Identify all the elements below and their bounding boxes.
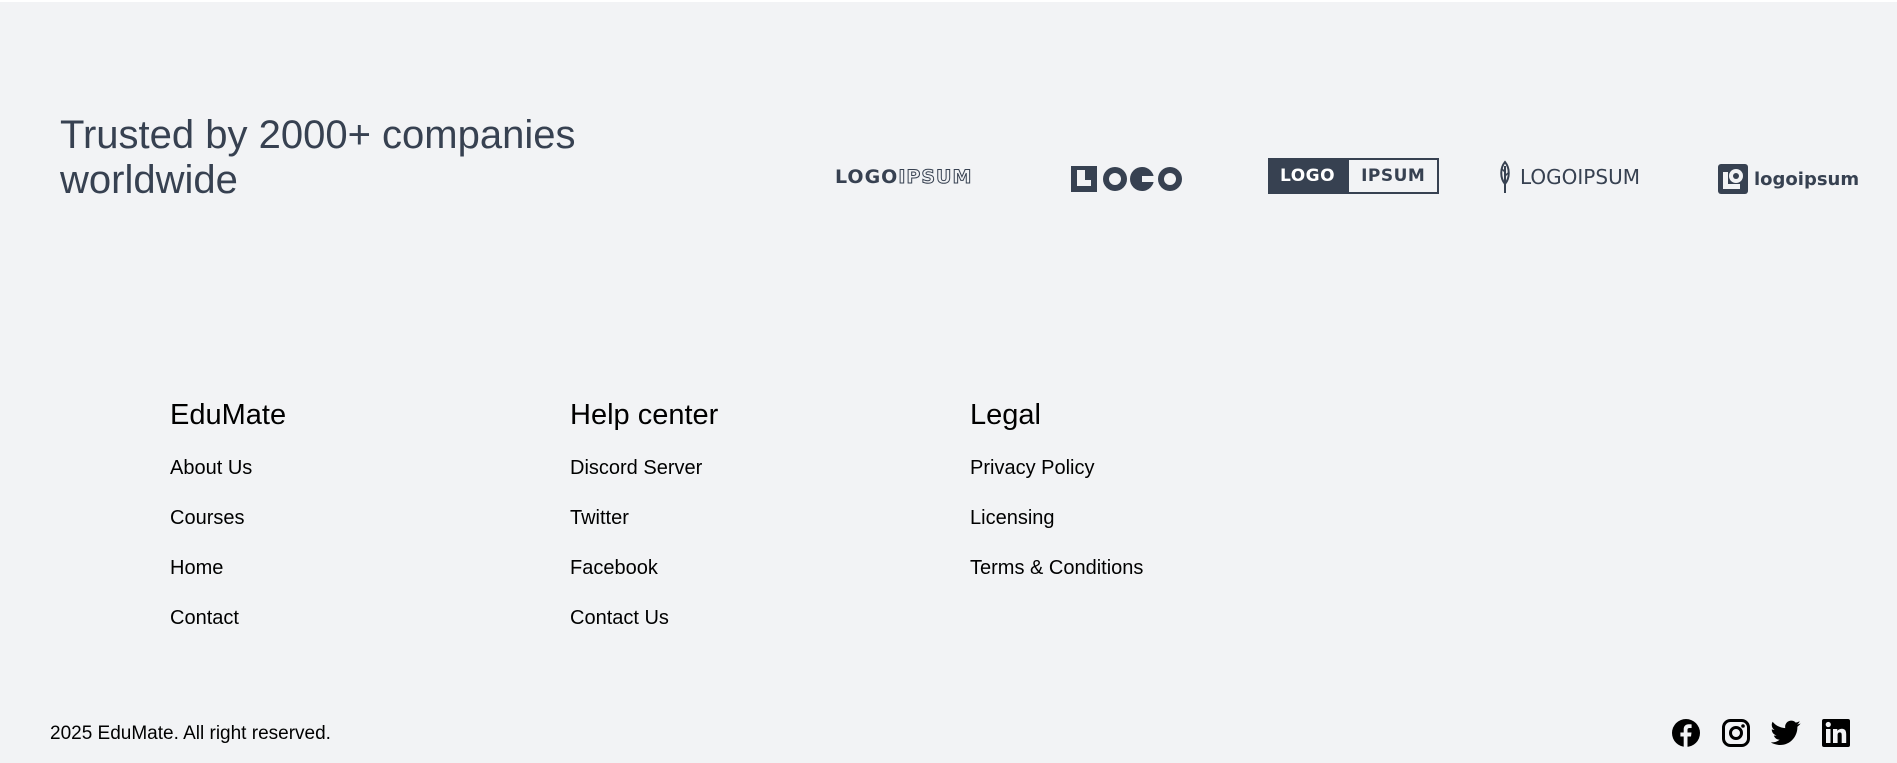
footer-column-title: Help center <box>570 399 719 431</box>
footer-column-help-center: Help center Discord Server Twitter Faceb… <box>570 395 718 655</box>
instagram-icon[interactable] <box>1721 718 1751 748</box>
copyright-text: 2025 EduMate. All right reserved. <box>50 723 331 744</box>
footer-column-edumate: EduMate About Us Courses Home Contact <box>170 395 286 655</box>
square-pin-icon <box>1718 164 1748 194</box>
footer-column-title: EduMate <box>170 399 287 431</box>
footer-link-list: Discord Server Twitter Facebook Contact … <box>570 455 718 631</box>
footer-link-home[interactable]: Home <box>170 555 286 581</box>
trusted-heading: Trusted by 2000+ companies worldwide <box>60 113 660 203</box>
footer-link-courses[interactable]: Courses <box>170 505 286 531</box>
logo-feather-text: LOGOIPSUM <box>1520 165 1640 189</box>
logo-ipsum-box-logo: LOGO IPSUM <box>1268 158 1440 194</box>
footer-column-title: Legal <box>970 399 1041 431</box>
footer-link-about-us[interactable]: About Us <box>170 455 286 481</box>
footer-link-discord-server[interactable]: Discord Server <box>570 455 718 481</box>
logo-box-light-text: IPSUM <box>1347 158 1440 194</box>
footer-link-twitter[interactable]: Twitter <box>570 505 718 531</box>
footer-link-terms-conditions[interactable]: Terms & Conditions <box>970 555 1143 581</box>
linkedin-icon[interactable] <box>1821 718 1851 748</box>
logo-square-text: logoipsum <box>1754 168 1860 190</box>
footer-link-facebook[interactable]: Facebook <box>570 555 718 581</box>
facebook-icon[interactable] <box>1671 718 1701 748</box>
trusted-heading-line1: Trusted by 2000+ companies <box>60 113 576 157</box>
trusted-heading-line2: worldwide <box>60 158 238 202</box>
logo-part-dark: LOGO <box>835 166 899 188</box>
footer-link-list: About Us Courses Home Contact <box>170 455 286 631</box>
twitter-icon[interactable] <box>1771 718 1801 748</box>
footer-link-contact[interactable]: Contact <box>170 605 286 631</box>
footer-link-list: Privacy Policy Licensing Terms & Conditi… <box>970 455 1143 581</box>
logo-part-outline: IPSUM <box>898 166 973 189</box>
footer-link-contact-us[interactable]: Contact Us <box>570 605 718 631</box>
logo-circles-logo <box>1071 164 1187 194</box>
logo-box-dark-text: LOGO <box>1268 158 1348 194</box>
logoipsum-outline-logo: LOGO IPSUM <box>835 165 972 189</box>
logoipsum-square-logo: logoipsum <box>1718 163 1859 195</box>
feather-icon <box>1500 160 1510 193</box>
footer-column-legal: Legal Privacy Policy Licensing Terms & C… <box>970 395 1143 605</box>
logo-circles-graphic <box>1071 166 1182 192</box>
top-divider <box>0 0 1897 2</box>
footer-link-licensing[interactable]: Licensing <box>970 505 1143 531</box>
logoipsum-feather-logo: LOGOIPSUM <box>1498 160 1640 194</box>
footer-link-privacy-policy[interactable]: Privacy Policy <box>970 455 1143 481</box>
